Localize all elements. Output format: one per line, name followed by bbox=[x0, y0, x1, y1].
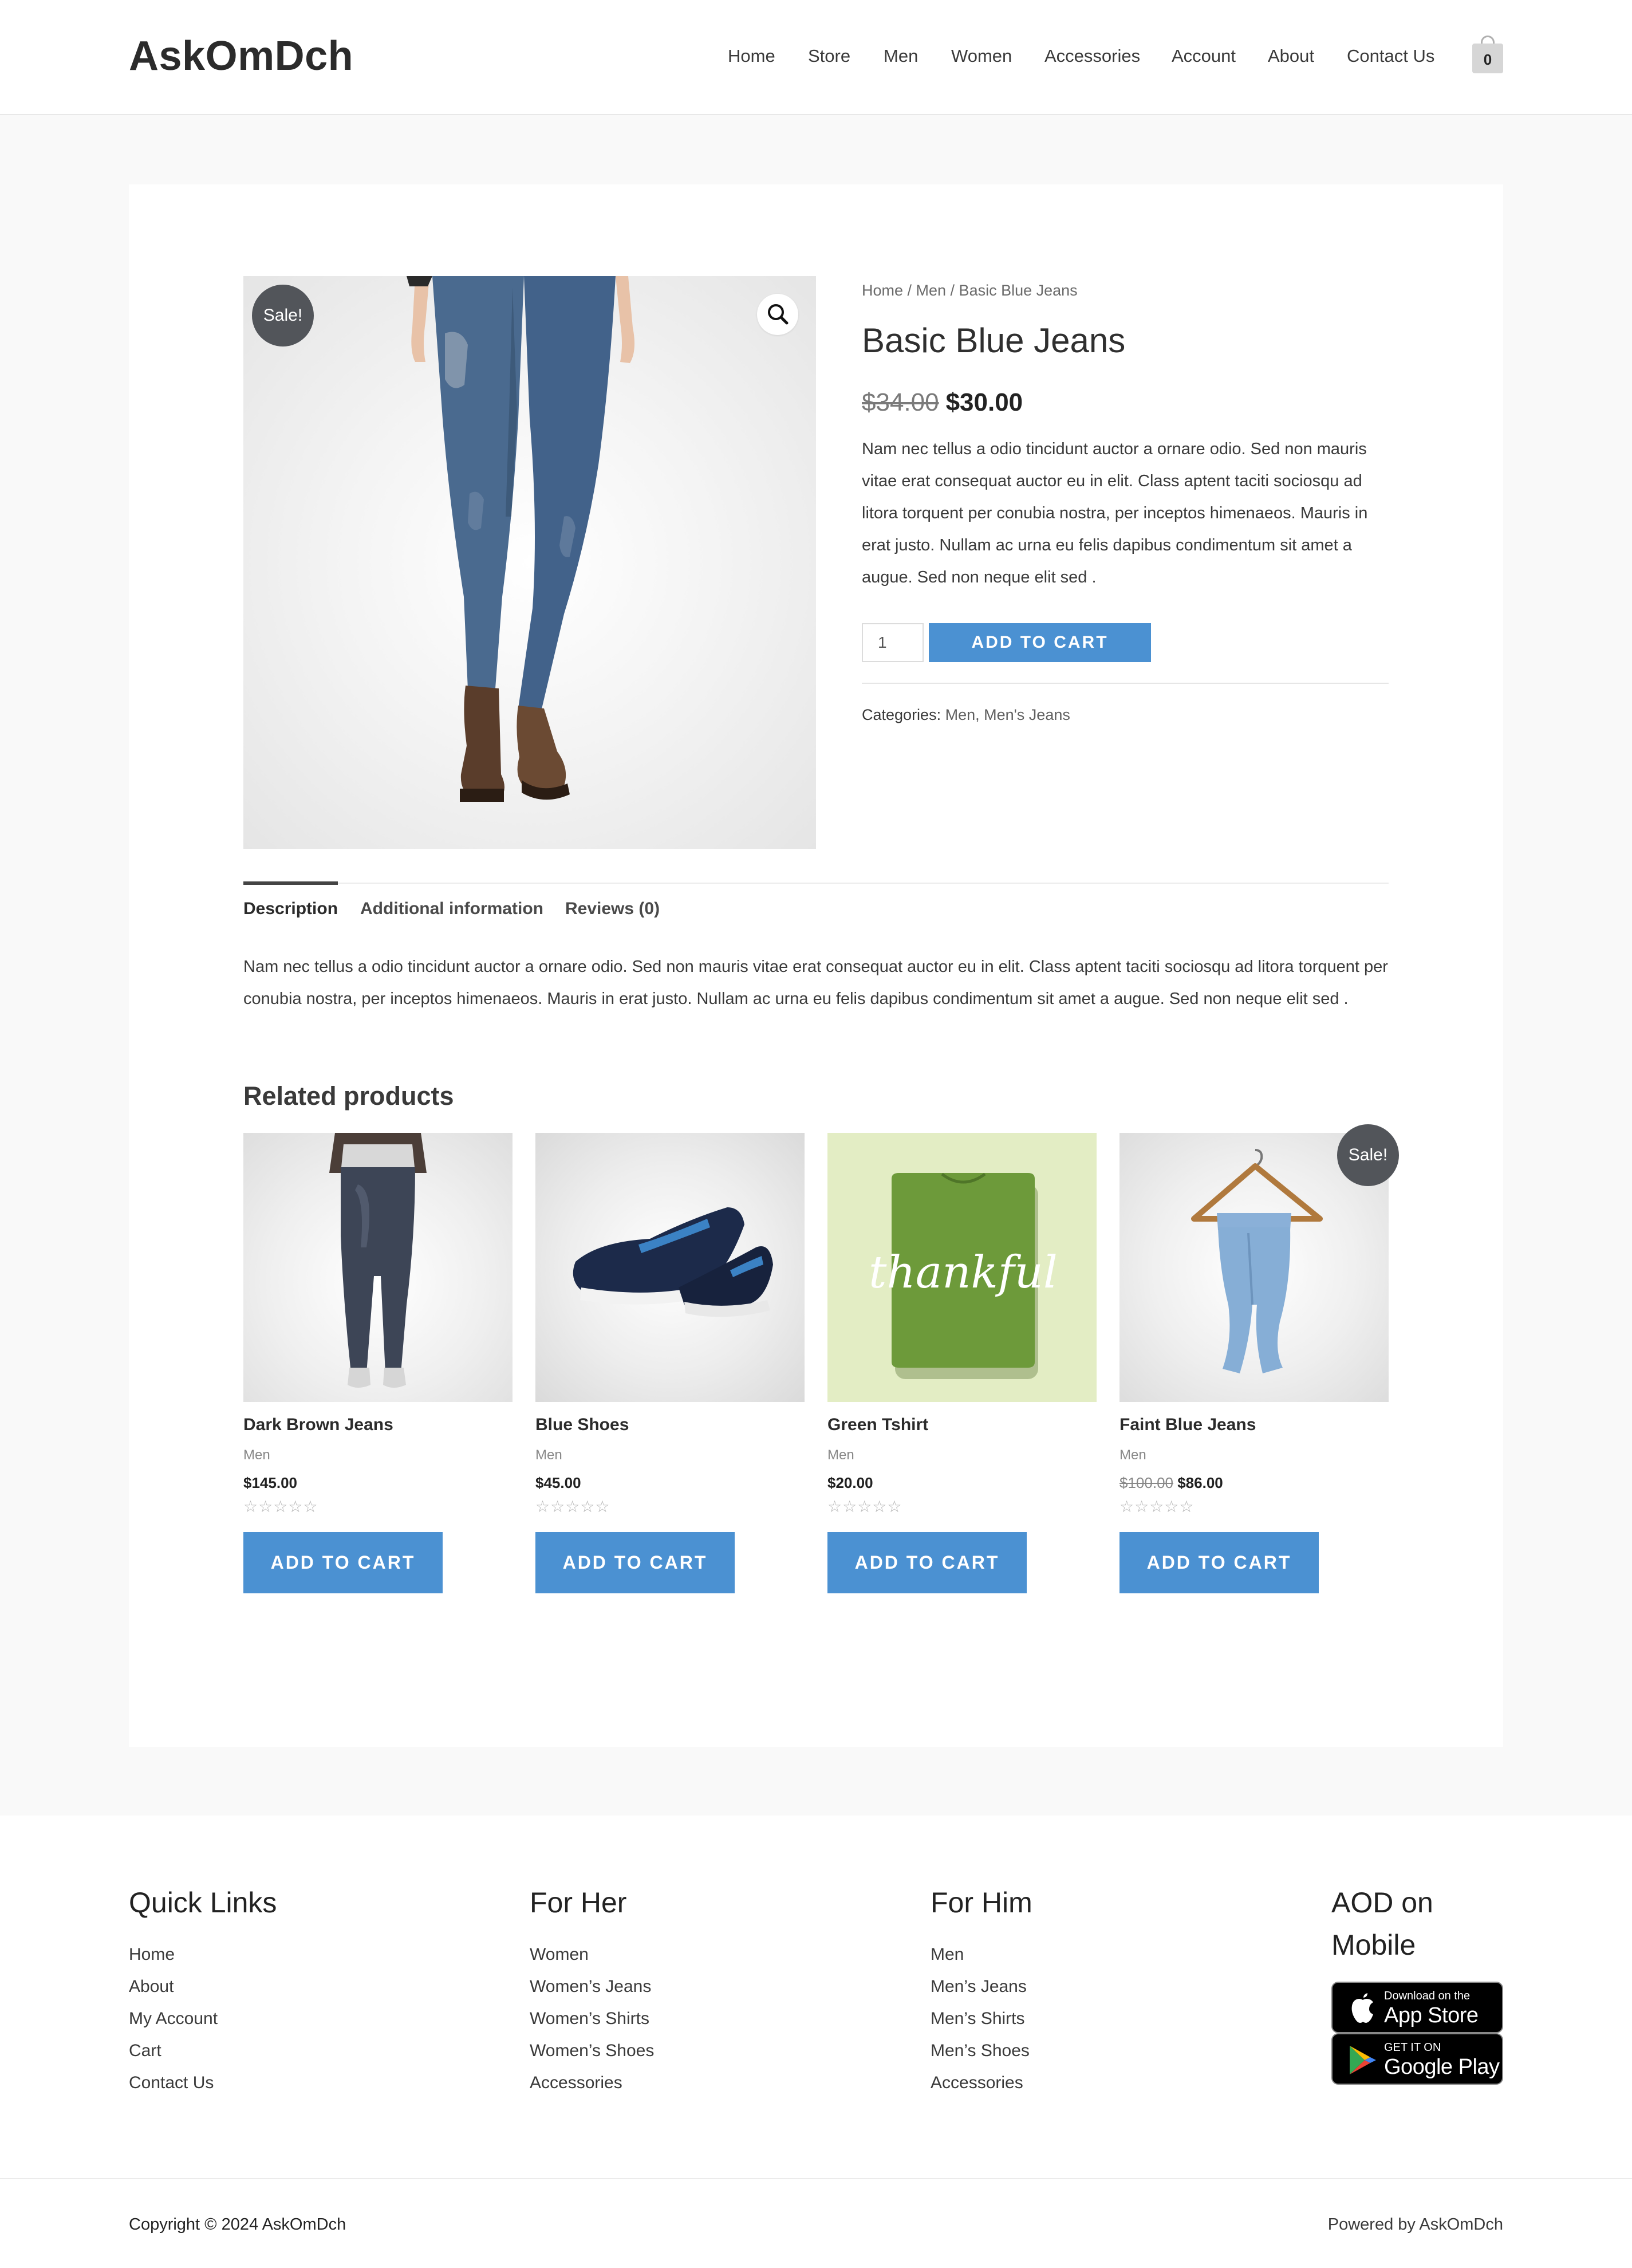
footer-link-womens-shirts[interactable]: Women’s Shirts bbox=[530, 2009, 649, 2029]
related-price: $20.00 bbox=[827, 1474, 873, 1491]
footer-link-mens-shirts[interactable]: Men’s Shirts bbox=[931, 2009, 1025, 2029]
related-category: Men bbox=[535, 1447, 562, 1463]
footer-mobile-title-line1: AOD on bbox=[1331, 1887, 1433, 1919]
nav-contact-us[interactable]: Contact Us bbox=[1347, 46, 1434, 66]
related-add-to-cart-button[interactable]: ADD TO CART bbox=[535, 1532, 735, 1593]
tab-additional-information[interactable]: Additional information bbox=[360, 899, 543, 919]
tab-description-content: Nam nec tellus a odio tincidunt auctor a… bbox=[243, 958, 1388, 1008]
related-add-to-cart-button[interactable]: ADD TO CART bbox=[243, 1532, 443, 1593]
app-store-small-text: Download on the bbox=[1384, 1990, 1471, 2002]
cart-count: 0 bbox=[1472, 44, 1503, 73]
green-tshirt-image: thankful bbox=[869, 1172, 1058, 1379]
related-category: Men bbox=[827, 1447, 854, 1463]
product-title: Basic Blue Jeans bbox=[862, 321, 1126, 360]
rating-stars-icon: ☆☆☆☆☆ bbox=[535, 1498, 610, 1515]
related-sale-price: $86.00 bbox=[1177, 1474, 1223, 1491]
footer-divider bbox=[0, 2178, 1632, 2179]
nav-accessories[interactable]: Accessories bbox=[1044, 46, 1140, 66]
related-old-price: $100.00 bbox=[1119, 1474, 1173, 1491]
jeans-model-image bbox=[407, 276, 635, 802]
rating-stars-icon: ☆☆☆☆☆ bbox=[827, 1498, 902, 1515]
related-price: $45.00 bbox=[535, 1474, 581, 1491]
old-price: $34.00 bbox=[862, 388, 939, 416]
footer-link-men[interactable]: Men bbox=[931, 1945, 964, 1964]
footer-link-accessories[interactable]: Accessories bbox=[931, 2073, 1023, 2093]
cart-icon[interactable]: 0 bbox=[1472, 36, 1503, 73]
footer-link-womens-shoes[interactable]: Women’s Shoes bbox=[530, 2041, 654, 2061]
current-price: $30.00 bbox=[945, 388, 1023, 416]
rating-stars-icon: ☆☆☆☆☆ bbox=[1119, 1498, 1195, 1515]
footer-for-him-title: For Him bbox=[931, 1887, 1032, 1919]
site-logo[interactable]: AskOmDch bbox=[129, 33, 353, 80]
footer-link-women[interactable]: Women bbox=[530, 1945, 589, 1964]
related-image-blue-shoes[interactable] bbox=[535, 1133, 805, 1402]
app-store-badge[interactable]: Download on the App Store bbox=[1331, 1982, 1503, 2033]
dark-jeans-image bbox=[329, 1133, 427, 1388]
app-store-big-text: App Store bbox=[1384, 2003, 1479, 2027]
zoom-button[interactable] bbox=[757, 294, 798, 335]
product-categories: Categories: Men, Men's Jeans bbox=[862, 706, 1070, 724]
nav-men[interactable]: Men bbox=[884, 46, 918, 66]
related-add-to-cart-button[interactable]: ADD TO CART bbox=[1119, 1532, 1319, 1593]
add-to-cart-button[interactable]: ADD TO CART bbox=[929, 623, 1151, 662]
tabs-divider bbox=[243, 883, 1389, 884]
nav-about[interactable]: About bbox=[1268, 46, 1314, 66]
short-description: Nam nec tellus a odio tincidunt auctor a… bbox=[862, 440, 1368, 586]
sale-badge: Sale! bbox=[252, 285, 314, 346]
related-image-green-tshirt[interactable]: thankful bbox=[827, 1133, 1097, 1402]
related-name-faint-blue-jeans[interactable]: Faint Blue Jeans bbox=[1119, 1415, 1256, 1435]
footer-link-accessories[interactable]: Accessories bbox=[530, 2073, 622, 2093]
svg-text:thankful: thankful bbox=[869, 1247, 1058, 1298]
magnifier-icon bbox=[768, 304, 789, 325]
rating-stars-icon: ☆☆☆☆☆ bbox=[243, 1498, 318, 1515]
footer-link-home[interactable]: Home bbox=[129, 1945, 175, 1964]
google-play-small-text: GET IT ON bbox=[1384, 2041, 1441, 2054]
site-header: AskOmDch Home Store Men Women Accessorie… bbox=[0, 0, 1632, 115]
tab-reviews[interactable]: Reviews (0) bbox=[565, 899, 660, 919]
related-price: $145.00 bbox=[243, 1474, 297, 1491]
copyright-text: Copyright © 2024 AskOmDch bbox=[129, 2215, 346, 2234]
google-play-icon bbox=[1350, 2046, 1376, 2074]
active-tab-indicator bbox=[243, 881, 338, 885]
nav-women[interactable]: Women bbox=[951, 46, 1012, 66]
footer-link-mens-shoes[interactable]: Men’s Shoes bbox=[931, 2041, 1030, 2061]
related-name-dark-brown-jeans[interactable]: Dark Brown Jeans bbox=[243, 1415, 393, 1435]
meta-divider bbox=[862, 683, 1389, 684]
related-image-dark-brown-jeans[interactable] bbox=[243, 1133, 513, 1402]
footer-for-her-title: For Her bbox=[530, 1887, 627, 1919]
tab-description[interactable]: Description bbox=[243, 899, 338, 919]
footer-link-contact-us[interactable]: Contact Us bbox=[129, 2073, 214, 2093]
footer-quick-links-title: Quick Links bbox=[129, 1887, 277, 1919]
nav-account[interactable]: Account bbox=[1172, 46, 1236, 66]
footer-mobile-title: AOD on Mobile bbox=[1331, 1881, 1433, 1966]
related-products-title: Related products bbox=[243, 1081, 454, 1111]
related-price: $100.00 $86.00 bbox=[1119, 1474, 1223, 1492]
powered-by-text: Powered by AskOmDch bbox=[1327, 2215, 1503, 2234]
nav-store[interactable]: Store bbox=[808, 46, 850, 66]
category-links[interactable]: Men, Men's Jeans bbox=[945, 706, 1070, 723]
google-play-badge[interactable]: GET IT ON Google Play bbox=[1331, 2033, 1503, 2085]
related-category: Men bbox=[243, 1447, 270, 1463]
related-sale-badge: Sale! bbox=[1337, 1124, 1399, 1186]
related-name-green-tshirt[interactable]: Green Tshirt bbox=[827, 1415, 928, 1435]
blue-shoes-image bbox=[573, 1207, 773, 1317]
quantity-input[interactable]: 1 bbox=[862, 623, 924, 662]
apple-icon bbox=[1351, 1993, 1373, 2023]
nav-home[interactable]: Home bbox=[728, 46, 775, 66]
footer-link-mens-jeans[interactable]: Men’s Jeans bbox=[931, 1977, 1027, 1997]
footer-mobile-title-line2: Mobile bbox=[1331, 1929, 1416, 1961]
related-category: Men bbox=[1119, 1447, 1146, 1463]
footer-link-about[interactable]: About bbox=[129, 1977, 174, 1997]
product-price: $34.00 $30.00 bbox=[862, 388, 1023, 417]
product-image[interactable]: Sale! bbox=[243, 276, 816, 849]
google-play-big-text: Google Play bbox=[1384, 2055, 1500, 2079]
footer-link-cart[interactable]: Cart bbox=[129, 2041, 161, 2061]
related-add-to-cart-button[interactable]: ADD TO CART bbox=[827, 1532, 1027, 1593]
footer-link-womens-jeans[interactable]: Women’s Jeans bbox=[530, 1977, 651, 1997]
breadcrumb[interactable]: Home / Men / Basic Blue Jeans bbox=[862, 282, 1078, 300]
related-name-blue-shoes[interactable]: Blue Shoes bbox=[535, 1415, 629, 1435]
categories-label: Categories: bbox=[862, 706, 941, 723]
footer-link-my-account[interactable]: My Account bbox=[129, 2009, 218, 2029]
